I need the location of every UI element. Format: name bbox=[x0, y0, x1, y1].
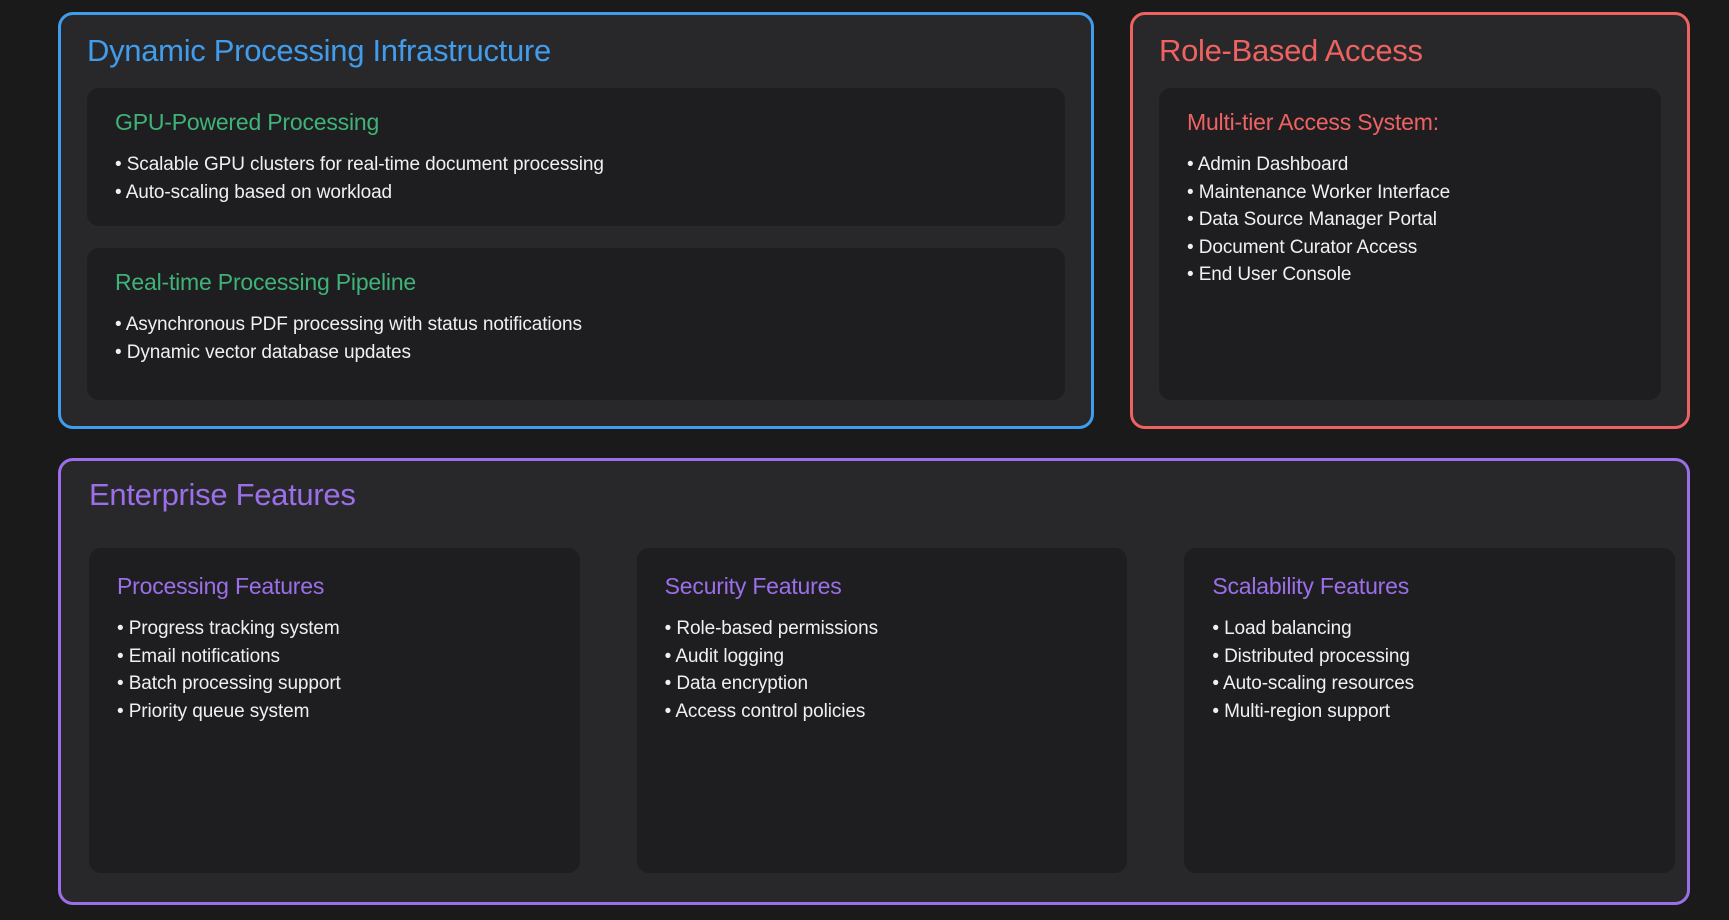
card-title-gpu-powered-processing: GPU-Powered Processing bbox=[115, 108, 1037, 137]
card-security-features: Security Features Role-based permissions… bbox=[637, 548, 1128, 873]
access-tier-item: Admin Dashboard bbox=[1187, 151, 1633, 179]
top-row: Dynamic Processing Infrastructure GPU-Po… bbox=[58, 12, 1690, 429]
panel-dynamic-processing-infrastructure: Dynamic Processing Infrastructure GPU-Po… bbox=[58, 12, 1094, 429]
panel-enterprise-features: Enterprise Features Processing Features … bbox=[58, 458, 1690, 905]
panel-title-dynamic-processing-infrastructure: Dynamic Processing Infrastructure bbox=[87, 31, 1065, 71]
feature-list: Role-based permissions Audit logging Dat… bbox=[665, 615, 1100, 725]
card-title-scalability-features: Scalability Features bbox=[1212, 572, 1647, 601]
bottom-row: Enterprise Features Processing Features … bbox=[58, 458, 1690, 905]
feature-item: Access control policies bbox=[665, 698, 1100, 726]
feature-item: Auto-scaling based on workload bbox=[115, 179, 1037, 207]
access-tier-item: Data Source Manager Portal bbox=[1187, 206, 1633, 234]
feature-item: Email notifications bbox=[117, 643, 552, 671]
card-title-security-features: Security Features bbox=[665, 572, 1100, 601]
access-tier-item: Maintenance Worker Interface bbox=[1187, 179, 1633, 207]
feature-item: Audit logging bbox=[665, 643, 1100, 671]
page: Dynamic Processing Infrastructure GPU-Po… bbox=[0, 0, 1729, 905]
card-multi-tier-access-system: Multi-tier Access System: Admin Dashboar… bbox=[1159, 88, 1661, 400]
panel-title-role-based-access: Role-Based Access bbox=[1159, 31, 1661, 71]
feature-list: Scalable GPU clusters for real-time docu… bbox=[115, 151, 1037, 206]
feature-item: Multi-region support bbox=[1212, 698, 1647, 726]
access-tier-item: End User Console bbox=[1187, 261, 1633, 289]
feature-list: Load balancing Distributed processing Au… bbox=[1212, 615, 1647, 725]
access-tier-item: Document Curator Access bbox=[1187, 234, 1633, 262]
feature-item: Priority queue system bbox=[117, 698, 552, 726]
card-title-processing-features: Processing Features bbox=[117, 572, 552, 601]
card-title-multi-tier-access-system: Multi-tier Access System: bbox=[1187, 108, 1633, 137]
feature-item: Dynamic vector database updates bbox=[115, 339, 1037, 367]
access-tier-list: Admin Dashboard Maintenance Worker Inter… bbox=[1187, 151, 1633, 289]
card-scalability-features: Scalability Features Load balancing Dist… bbox=[1184, 548, 1675, 873]
feature-item: Batch processing support bbox=[117, 670, 552, 698]
enterprise-features-grid: Processing Features Progress tracking sy… bbox=[89, 548, 1675, 873]
feature-item: Distributed processing bbox=[1212, 643, 1647, 671]
feature-item: Role-based permissions bbox=[665, 615, 1100, 643]
card-real-time-processing-pipeline: Real-time Processing Pipeline Asynchrono… bbox=[87, 248, 1065, 400]
card-title-real-time-processing-pipeline: Real-time Processing Pipeline bbox=[115, 268, 1037, 297]
feature-item: Auto-scaling resources bbox=[1212, 670, 1647, 698]
feature-item: Asynchronous PDF processing with status … bbox=[115, 311, 1037, 339]
feature-item: Data encryption bbox=[665, 670, 1100, 698]
feature-list: Asynchronous PDF processing with status … bbox=[115, 311, 1037, 366]
feature-item: Progress tracking system bbox=[117, 615, 552, 643]
card-processing-features: Processing Features Progress tracking sy… bbox=[89, 548, 580, 873]
panel-role-based-access: Role-Based Access Multi-tier Access Syst… bbox=[1130, 12, 1690, 429]
feature-list: Progress tracking system Email notificat… bbox=[117, 615, 552, 725]
feature-item: Scalable GPU clusters for real-time docu… bbox=[115, 151, 1037, 179]
card-gpu-powered-processing: GPU-Powered Processing Scalable GPU clus… bbox=[87, 88, 1065, 226]
panel-title-enterprise-features: Enterprise Features bbox=[89, 475, 1675, 515]
feature-item: Load balancing bbox=[1212, 615, 1647, 643]
